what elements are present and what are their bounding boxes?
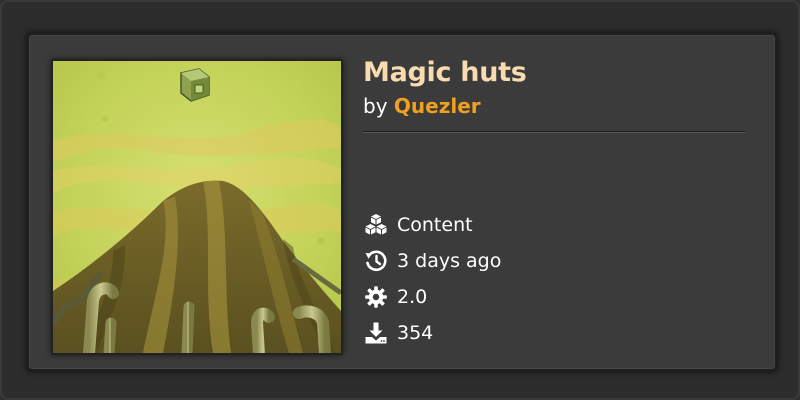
- byline: by Quezler: [363, 93, 745, 119]
- volcano-thumbnail-image: [53, 61, 341, 353]
- meta-category: Content: [363, 207, 745, 243]
- divider: [363, 131, 745, 133]
- floating-hut-icon: [180, 68, 210, 102]
- author-link[interactable]: Quezler: [394, 94, 481, 118]
- history-icon: [363, 248, 389, 274]
- meta-downloads: 354: [363, 315, 745, 351]
- gear-icon: [363, 284, 389, 310]
- meta-updated-label: 3 days ago: [397, 250, 502, 272]
- mod-title[interactable]: Magic huts: [363, 55, 745, 91]
- byline-prefix: by: [363, 94, 388, 118]
- mod-meta-list: Content 3 days ago 2.0 354: [363, 207, 745, 351]
- blocks-icon: [363, 212, 389, 238]
- mod-thumbnail[interactable]: [51, 59, 343, 355]
- meta-downloads-label: 354: [397, 322, 434, 344]
- meta-version: 2.0: [363, 279, 745, 315]
- meta-updated: 3 days ago: [363, 243, 745, 279]
- meta-category-label[interactable]: Content: [397, 214, 473, 236]
- mod-card-frame: Magic huts by Quezler Content 3 days ago…: [0, 0, 800, 400]
- mod-info: Magic huts by Quezler: [363, 55, 745, 133]
- mod-card: Magic huts by Quezler Content 3 days ago…: [26, 32, 778, 372]
- download-icon: [363, 320, 389, 346]
- meta-version-label: 2.0: [397, 286, 428, 308]
